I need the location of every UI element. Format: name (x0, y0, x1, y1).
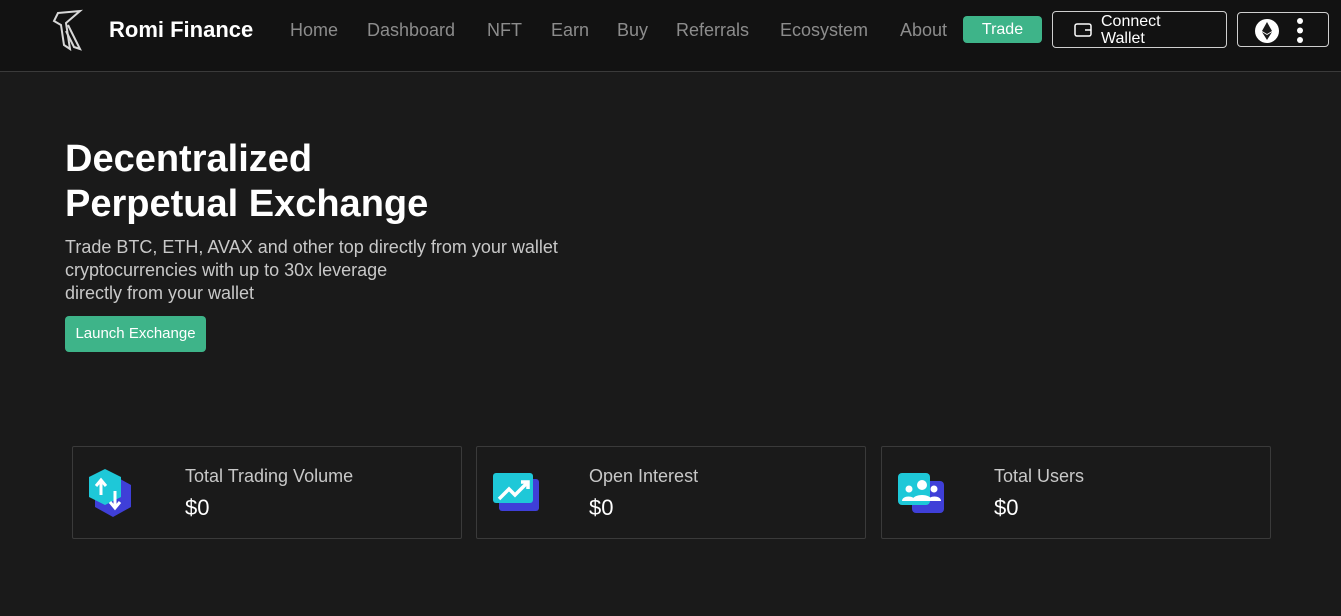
connect-wallet-label: Connect Wallet (1101, 13, 1161, 47)
trading-volume-icon (89, 469, 131, 517)
nav-buy[interactable]: Buy (617, 20, 648, 41)
hero-title: Decentralized Perpetual Exchange (65, 137, 665, 227)
wallet-icon (1074, 23, 1092, 37)
connect-wallet-button[interactable]: Connect Wallet (1052, 11, 1227, 48)
hero-subtitle-line1: Trade BTC, ETH, AVAX and other top direc… (65, 237, 558, 257)
launch-exchange-button[interactable]: Launch Exchange (65, 316, 206, 352)
nav-home[interactable]: Home (290, 20, 338, 41)
stat-value: $0 (994, 495, 1019, 520)
hero-subtitle-line2: cryptocurrencies with up to 30x leverage (65, 260, 388, 280)
trade-button[interactable]: Trade (963, 16, 1042, 43)
ethereum-icon (1255, 19, 1279, 43)
nav-about[interactable]: About (900, 20, 947, 41)
stat-label: Total Users (994, 466, 1085, 486)
hero-subtitle-line3: directly from your wallet (65, 283, 255, 303)
brand-name[interactable]: Romi Finance (109, 17, 253, 43)
open-interest-icon (493, 473, 539, 511)
nav-earn[interactable]: Earn (551, 20, 589, 41)
nav-nft[interactable]: NFT (487, 20, 522, 41)
hero-title-line2: Perpetual Exchange (65, 183, 429, 225)
top-navbar: Romi Finance Home Dashboard NFT Earn Buy… (0, 0, 1341, 72)
stat-value: $0 (185, 495, 210, 520)
nav-dashboard[interactable]: Dashboard (367, 20, 455, 41)
hero-title-line1: Decentralized (65, 138, 313, 180)
stat-card-total-users: Total Users $0 (881, 446, 1271, 539)
more-vertical-icon[interactable] (1296, 17, 1304, 44)
stat-value: $0 (589, 495, 614, 520)
stat-label: Open Interest (589, 466, 699, 486)
romi-logo-icon[interactable] (50, 9, 86, 53)
stat-card-open-interest: Open Interest $0 (476, 446, 866, 539)
stat-label: Total Trading Volume (185, 466, 354, 486)
network-menu-button[interactable] (1237, 12, 1329, 47)
nav-ecosystem[interactable]: Ecosystem (780, 20, 868, 41)
stat-card-trading-volume: Total Trading Volume $0 (72, 446, 462, 539)
total-users-icon (898, 473, 944, 513)
hero-subtitle: Trade BTC, ETH, AVAX and other top direc… (65, 236, 685, 305)
nav-referrals[interactable]: Referrals (676, 20, 749, 41)
